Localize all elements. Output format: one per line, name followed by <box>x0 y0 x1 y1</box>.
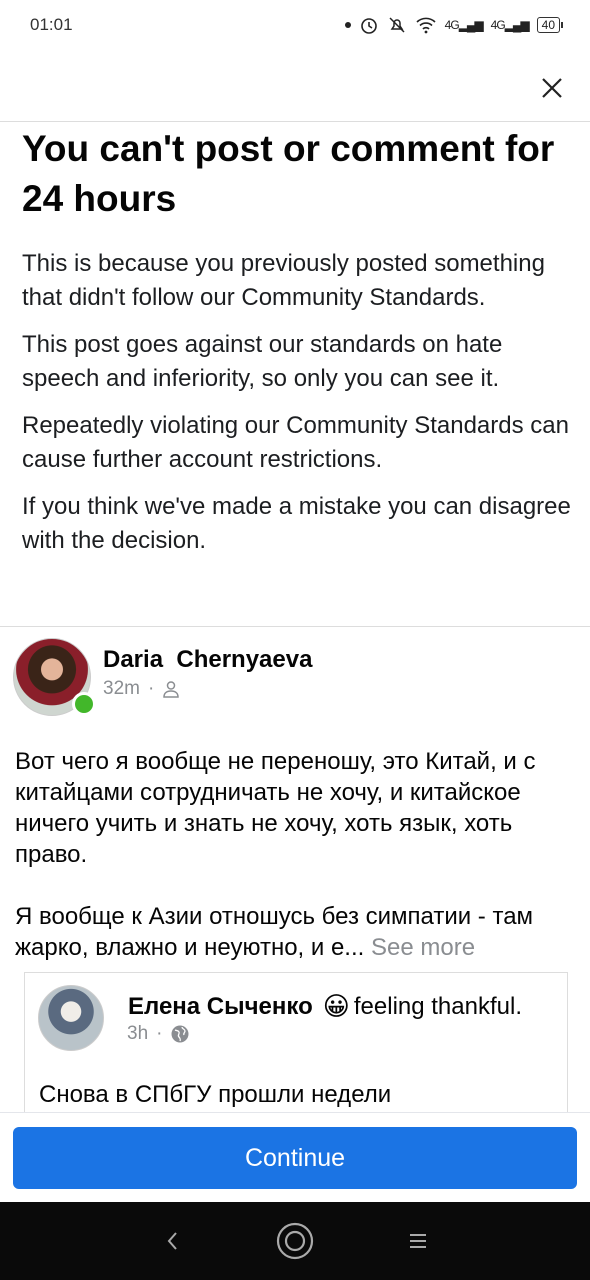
signal-icon-2: 4G▂▄▆ <box>490 18 530 32</box>
post-text: Вот чего я вообще не переношу, это Китай… <box>15 746 575 963</box>
notice-paragraph-2: This post goes against our standards on … <box>22 331 503 392</box>
post-meta: 32m · <box>103 678 180 700</box>
signal-icon-1: 4G▂▄▆ <box>444 18 484 32</box>
see-more-link[interactable]: See more <box>371 934 475 961</box>
battery-icon: 40 <box>536 17 564 33</box>
wifi-icon <box>416 17 436 34</box>
restriction-notice: You can't post or comment for 24 hours T… <box>22 124 572 558</box>
menu-icon <box>410 1234 427 1248</box>
post-author[interactable]: Daria Chernyaeva <box>103 646 312 674</box>
status-time: 01:01 <box>30 15 73 34</box>
shared-post-author[interactable]: Елена Сыченко <box>128 993 313 1021</box>
notice-title: You can't post or comment for 24 hours <box>22 128 555 219</box>
friends-icon <box>163 681 180 698</box>
shared-post-header: Елена Сыченко 😀 feeling thankful. <box>128 991 522 1022</box>
notification-dot-icon <box>344 22 351 28</box>
back-button[interactable] <box>152 1221 192 1261</box>
status-icons: 4G▂▄▆ 4G▂▄▆ 40 <box>344 15 564 35</box>
bottom-action-bar: Continue <box>0 1112 590 1202</box>
menu-button[interactable] <box>398 1221 438 1261</box>
notice-paragraph-1: This is because you previously posted so… <box>22 250 545 311</box>
post-paragraph-1: Вот чего я вообще не переношу, это Китай… <box>15 748 536 868</box>
dialog-header <box>0 52 590 122</box>
divider <box>0 626 590 627</box>
system-navigation-bar <box>0 1202 590 1280</box>
meta-separator: · <box>156 1023 163 1044</box>
post-time[interactable]: 32m <box>103 678 140 700</box>
status-bar: 01:01 4G▂▄▆ 4G▂▄▆ 40 <box>0 0 590 50</box>
shared-post-text: Снова в СПбГУ прошли недели <box>39 1081 392 1108</box>
feeling-text: feeling thankful. <box>353 992 522 1020</box>
continue-button[interactable]: Continue <box>13 1127 577 1189</box>
shared-post[interactable]: Елена Сыченко 😀 feeling thankful. 3h · С… <box>24 972 568 1112</box>
post-paragraph-2: Я вообще к Азии отношусь без симпатии - … <box>15 903 534 961</box>
online-indicator-icon <box>72 692 96 716</box>
notice-paragraph-3: Repeatedly violating our Community Stand… <box>22 412 569 473</box>
globe-icon <box>171 1025 189 1043</box>
notice-paragraph-4: If you think we've made a mistake you ca… <box>22 493 571 554</box>
close-button[interactable] <box>532 68 572 108</box>
shared-post-meta: 3h · <box>127 1023 190 1045</box>
grinning-face-icon: 😀 <box>322 991 350 1021</box>
mute-icon <box>389 17 405 33</box>
alarm-icon <box>360 18 377 34</box>
meta-separator: · <box>147 678 155 699</box>
home-icon <box>276 1222 314 1260</box>
shared-post-time[interactable]: 3h <box>127 1023 148 1045</box>
avatar[interactable] <box>38 985 104 1051</box>
home-button[interactable] <box>275 1221 315 1261</box>
close-icon <box>542 78 562 98</box>
back-icon <box>167 1232 177 1250</box>
